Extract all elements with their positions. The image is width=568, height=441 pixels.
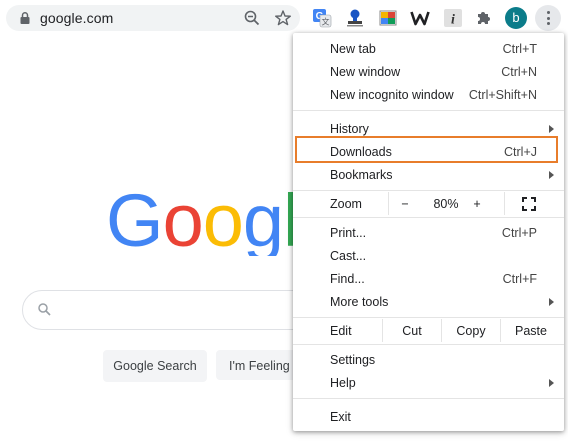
submenu-arrow-icon xyxy=(549,125,554,133)
menu-label: New tab xyxy=(330,42,376,56)
menu-label: Edit xyxy=(330,324,352,338)
menu-label: Find... xyxy=(330,272,365,286)
menu-label: New incognito window xyxy=(330,88,454,102)
menu-item-exit[interactable]: Exit xyxy=(293,405,564,428)
menu-shortcut: Ctrl+N xyxy=(501,65,537,79)
submenu-arrow-icon xyxy=(549,298,554,306)
svg-text:i: i xyxy=(451,13,455,28)
address-bar[interactable]: google.com xyxy=(6,5,300,31)
profile-avatar[interactable]: b xyxy=(505,7,527,29)
menu-item-settings[interactable]: Settings xyxy=(293,348,564,371)
menu-item-more-tools[interactable]: More tools xyxy=(293,290,564,313)
menu-kebab-button[interactable] xyxy=(535,5,561,31)
google-translate-icon[interactable]: G 文 xyxy=(312,8,332,28)
menu-item-new-incognito-window[interactable]: New incognito window Ctrl+Shift+N xyxy=(293,83,564,106)
zoom-divider xyxy=(504,192,505,215)
menu-item-find[interactable]: Find... Ctrl+F xyxy=(293,267,564,290)
browser-toolbar: google.com G 文 i b xyxy=(0,0,568,36)
google-search-button[interactable]: Google Search xyxy=(103,350,207,382)
search-icon xyxy=(38,303,51,316)
menu-label: History xyxy=(330,122,369,136)
cut-button[interactable]: Cut xyxy=(383,324,441,338)
paste-button[interactable]: Paste xyxy=(501,324,561,338)
menu-label: Bookmarks xyxy=(330,168,393,182)
menu-label: New window xyxy=(330,65,401,79)
copy-button[interactable]: Copy xyxy=(442,324,500,338)
menu-item-new-tab[interactable]: New tab Ctrl+T xyxy=(293,37,564,60)
menu-divider xyxy=(293,398,564,399)
menu-label: Cast... xyxy=(330,249,367,263)
menu-shortcut: Ctrl+T xyxy=(502,42,537,56)
tag-extension-icon[interactable] xyxy=(378,8,398,28)
stamp-extension-icon[interactable] xyxy=(345,8,365,28)
zoom-in-button[interactable]: + xyxy=(470,197,484,211)
info-extension-icon[interactable]: i xyxy=(443,8,463,28)
downloads-highlight-box xyxy=(295,136,558,163)
bookmark-star-icon[interactable] xyxy=(274,9,292,27)
menu-item-new-window[interactable]: New window Ctrl+N xyxy=(293,60,564,83)
zoom-divider xyxy=(388,192,389,215)
google-search-input[interactable] xyxy=(22,290,324,330)
zoom-out-button[interactable]: − xyxy=(398,197,412,211)
menu-item-print[interactable]: Print... Ctrl+P xyxy=(293,221,564,244)
chrome-main-menu: New tab Ctrl+T New window Ctrl+N New inc… xyxy=(293,33,564,431)
menu-divider xyxy=(293,217,564,218)
menu-shortcut: Ctrl+F xyxy=(502,272,537,286)
menu-label: Print... xyxy=(330,226,367,240)
menu-label: Settings xyxy=(330,353,376,367)
svg-text:Google: Google xyxy=(106,186,306,256)
menu-label: Help xyxy=(330,376,356,390)
w-extension-icon[interactable] xyxy=(410,8,430,28)
lock-icon[interactable] xyxy=(18,11,32,25)
fullscreen-icon[interactable] xyxy=(522,197,536,211)
menu-shortcut: Ctrl+P xyxy=(501,226,537,240)
menu-item-help[interactable]: Help xyxy=(293,371,564,394)
svg-text:文: 文 xyxy=(322,17,330,27)
menu-divider xyxy=(293,190,564,191)
menu-divider xyxy=(293,317,564,318)
menu-shortcut: Ctrl+Shift+N xyxy=(468,88,537,102)
url-text[interactable]: google.com xyxy=(40,10,113,26)
zoom-out-icon[interactable] xyxy=(243,9,261,27)
menu-item-bookmarks[interactable]: Bookmarks xyxy=(293,163,564,186)
menu-label: Zoom xyxy=(330,197,362,211)
google-logo: Google xyxy=(106,186,306,256)
submenu-arrow-icon xyxy=(549,171,554,179)
menu-item-cast[interactable]: Cast... xyxy=(293,244,564,267)
menu-label: More tools xyxy=(330,295,389,309)
menu-divider xyxy=(293,110,564,111)
zoom-level: 80% xyxy=(433,197,459,211)
menu-label: Exit xyxy=(330,410,351,424)
submenu-arrow-icon xyxy=(549,379,554,387)
menu-divider xyxy=(293,344,564,345)
puzzle-icon[interactable] xyxy=(474,8,494,28)
